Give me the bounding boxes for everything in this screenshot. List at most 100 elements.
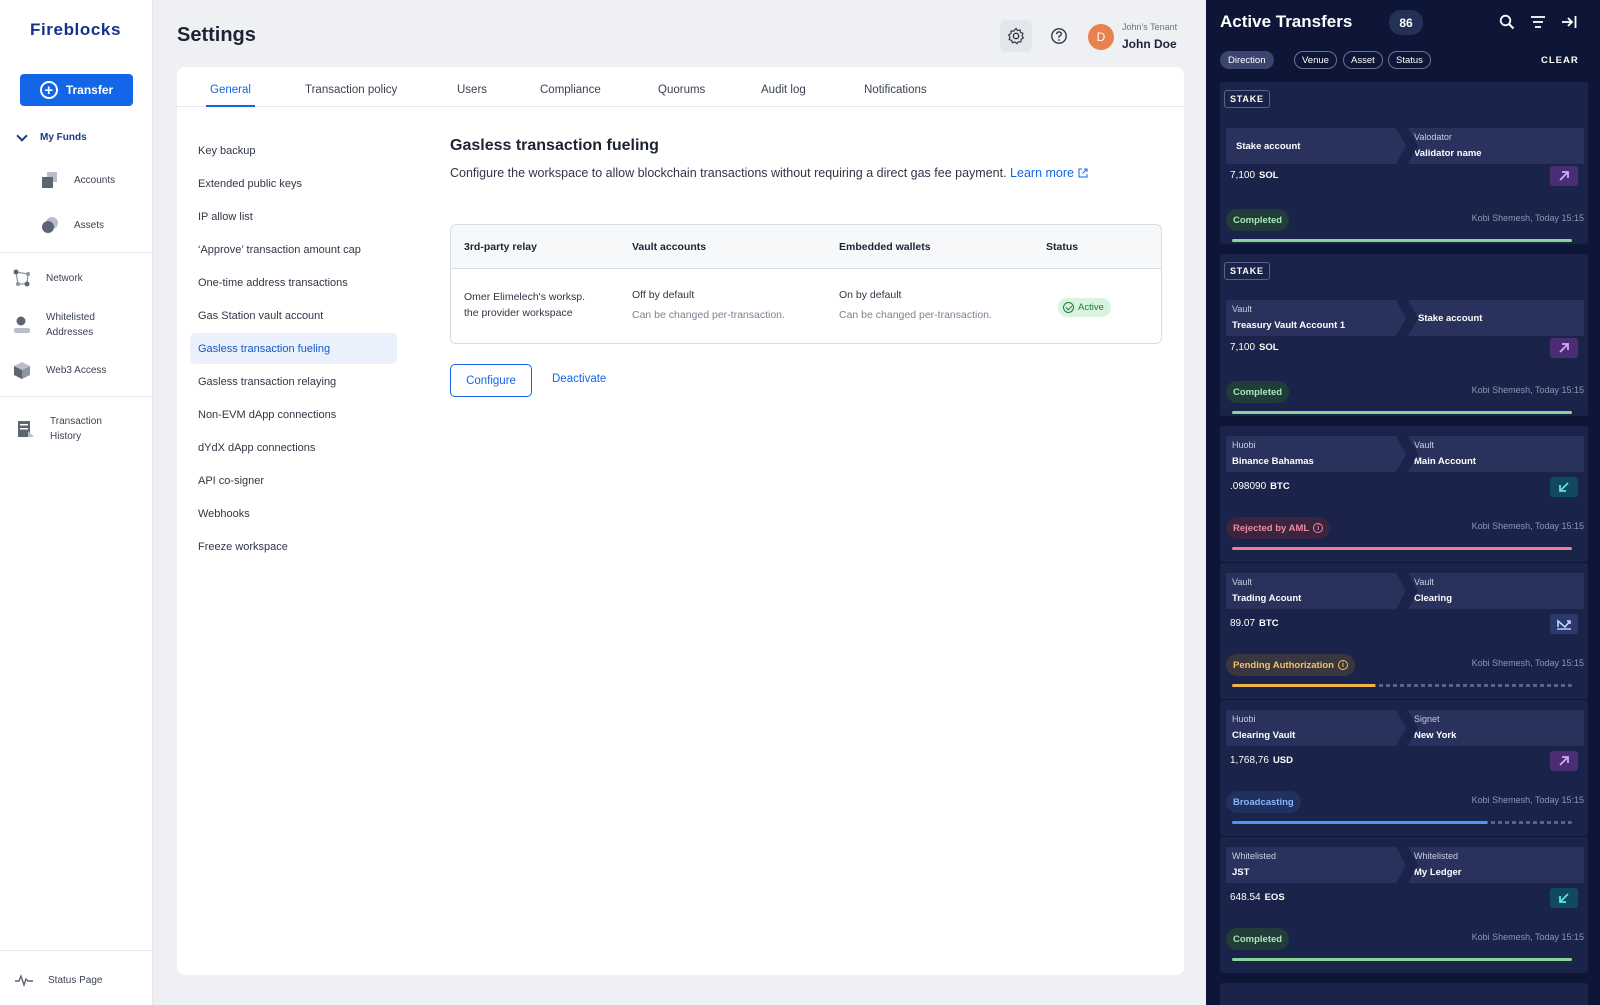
transfer-card[interactable]: STAKE Stake account Valodator Validator … — [1220, 82, 1588, 244]
settings-button[interactable] — [1000, 20, 1032, 52]
learn-more-link[interactable]: Learn more — [1010, 166, 1088, 180]
clear-filters-button[interactable]: CLEAR — [1541, 55, 1579, 66]
sidebar-item-accounts[interactable]: Accounts — [40, 170, 115, 190]
subnav-item-freeze-workspace[interactable]: Freeze workspace — [190, 531, 397, 562]
sidebar-item-web3[interactable]: Web3 Access — [12, 360, 106, 380]
tab-users[interactable]: Users — [457, 84, 487, 96]
transfers-count-badge: 86 — [1389, 10, 1423, 35]
tab-general[interactable]: General — [206, 84, 255, 107]
description-text: Configure the workspace to allow blockch… — [450, 166, 1007, 180]
destination-name: Validator name — [1414, 148, 1482, 159]
deactivate-button[interactable]: Deactivate — [552, 373, 606, 385]
configure-button[interactable]: Configure — [450, 364, 532, 397]
subnav-item-key-backup[interactable]: Key backup — [190, 135, 397, 166]
transfer-amount: .098090 BTC — [1230, 481, 1290, 492]
sidebar-item-status-page[interactable]: Status Page — [14, 970, 102, 990]
sidebar-item-network[interactable]: Network — [12, 268, 83, 288]
tab-notifications[interactable]: Notifications — [864, 84, 927, 96]
subnav-item-gas-station[interactable]: Gas Station vault account — [190, 300, 397, 331]
filter-chip-venue[interactable]: Venue — [1294, 51, 1337, 69]
tab-transaction-policy[interactable]: Transaction policy — [305, 84, 397, 96]
transfer-card[interactable]: STAKE Vault Treasury Vault Account 1 Sta… — [1220, 254, 1588, 416]
subnav-item-ip-allow-list[interactable]: IP allow list — [190, 201, 397, 232]
transfer-card[interactable]: Vault Trading Acount Vault Clearing 89.0… — [1220, 563, 1588, 699]
plus-icon: + — [39, 81, 58, 99]
sidebar-item-assets[interactable]: Assets — [40, 215, 104, 235]
subnav-item-extended-public-keys[interactable]: Extended public keys — [190, 168, 397, 199]
outgoing-arrow-button[interactable] — [1550, 751, 1578, 771]
source-name: Stake account — [1236, 141, 1301, 152]
avatar[interactable]: D — [1088, 24, 1114, 50]
transfer-amount: 648.54 EOS — [1230, 892, 1285, 903]
sidebar-item-my-funds[interactable]: My Funds — [16, 129, 87, 143]
source-type: Huobi — [1232, 714, 1256, 724]
incoming-arrow-button[interactable] — [1550, 888, 1578, 908]
incoming-arrow-button[interactable] — [1550, 477, 1578, 497]
destination-name: Stake account — [1418, 313, 1483, 324]
transfer-destination: Vault Clearing — [1408, 573, 1584, 609]
subnav-item-gasless-fueling[interactable]: Gasless transaction fueling — [190, 333, 397, 364]
subnav-item-webhooks[interactable]: Webhooks — [190, 498, 397, 529]
arrow-up-right-icon — [1559, 171, 1569, 181]
transfer-meta: Kobi Shemesh, Today 15:15 — [1471, 521, 1584, 531]
vault-accounts-note: Can be changed per-transaction. — [632, 309, 785, 321]
transfer-destination: Stake account — [1408, 300, 1584, 336]
embedded-wallets-value: On by default — [839, 289, 902, 301]
transfer-card[interactable] — [1220, 983, 1588, 1005]
subnav-item-api-cosigner[interactable]: API co-signer — [190, 465, 397, 496]
subnav-item-approve-amount-cap[interactable]: ‘Approve’ transaction amount cap — [190, 234, 397, 265]
tab-quorums[interactable]: Quorums — [658, 84, 705, 96]
filter-chip-direction[interactable]: Direction — [1220, 51, 1274, 69]
subnav-item-non-evm-dapp[interactable]: Non-EVM dApp connections — [190, 399, 397, 430]
subnav-item-one-time-address[interactable]: One-time address transactions — [190, 267, 397, 298]
outgoing-arrow-button[interactable] — [1550, 166, 1578, 186]
transfer-card[interactable]: Huobi Clearing Vault Signet New York 1,7… — [1220, 700, 1588, 836]
tab-compliance[interactable]: Compliance — [540, 84, 601, 96]
assets-label: Assets — [74, 219, 105, 231]
accounts-icon — [40, 170, 60, 190]
chevron-down-icon — [16, 129, 28, 142]
page-title: Settings — [177, 24, 256, 46]
stake-tag: STAKE — [1224, 262, 1270, 280]
column-header-vault-accounts: Vault accounts — [632, 241, 707, 253]
help-button[interactable] — [1047, 24, 1071, 48]
source-type: Vault — [1232, 304, 1252, 314]
left-sidebar: Fireblocks + Transfer My Funds Accounts … — [0, 0, 153, 1005]
destination-name: Main Account — [1414, 456, 1476, 467]
arrow-down-left-icon — [1559, 482, 1569, 492]
tab-audit-log[interactable]: Audit log — [761, 84, 806, 96]
subnav-item-dydx-dapp[interactable]: dYdX dApp connections — [190, 432, 397, 463]
accounts-label: Accounts — [74, 174, 116, 186]
tenant-name[interactable]: John's Tenant — [1122, 22, 1177, 32]
transfer-amount: 89.07 BTC — [1230, 618, 1279, 629]
internal-transfer-button[interactable] — [1550, 614, 1578, 634]
stake-tag: STAKE — [1224, 90, 1270, 108]
filter-list-icon[interactable] — [1530, 14, 1546, 30]
status-badge: Rejected by AML i — [1226, 517, 1331, 539]
sidebar-item-transaction-history[interactable]: Transaction History — [16, 414, 102, 444]
transfer-source: Whitelisted JST — [1226, 847, 1406, 883]
sidebar-item-whitelisted[interactable]: Whitelisted Addresses — [12, 310, 95, 340]
info-icon[interactable]: i — [1313, 523, 1324, 533]
destination-type: Whitelisted — [1414, 851, 1459, 861]
assets-icon — [40, 215, 60, 235]
settings-card: General Transaction policy Users Complia… — [177, 67, 1184, 975]
arrow-up-right-icon — [1559, 343, 1569, 353]
fireblocks-logo[interactable]: Fireblocks — [30, 20, 121, 40]
progress-bar — [1232, 239, 1572, 242]
info-icon[interactable]: i — [1337, 660, 1348, 670]
transaction-history-label: Transaction History — [50, 416, 102, 442]
subnav-item-gasless-relaying[interactable]: Gasless transaction relaying — [190, 366, 397, 397]
filter-chip-asset[interactable]: Asset — [1343, 51, 1383, 69]
transfer-card[interactable]: Huobi Binance Bahamas Vault Main Account… — [1220, 426, 1588, 562]
filter-chip-status[interactable]: Status — [1388, 51, 1431, 69]
person-icon — [12, 315, 32, 335]
search-icon[interactable] — [1499, 14, 1515, 30]
transfer-button[interactable]: + Transfer — [20, 74, 133, 106]
vault-accounts-value: Off by default — [632, 289, 695, 301]
collapse-panel-icon[interactable] — [1561, 14, 1577, 30]
outgoing-arrow-button[interactable] — [1550, 338, 1578, 358]
transfer-card[interactable]: Whitelisted JST Whitelisted My Ledger 64… — [1220, 837, 1588, 973]
user-name[interactable]: John Doe — [1122, 37, 1177, 51]
transfer-meta: Kobi Shemesh, Today 15:15 — [1471, 385, 1584, 395]
